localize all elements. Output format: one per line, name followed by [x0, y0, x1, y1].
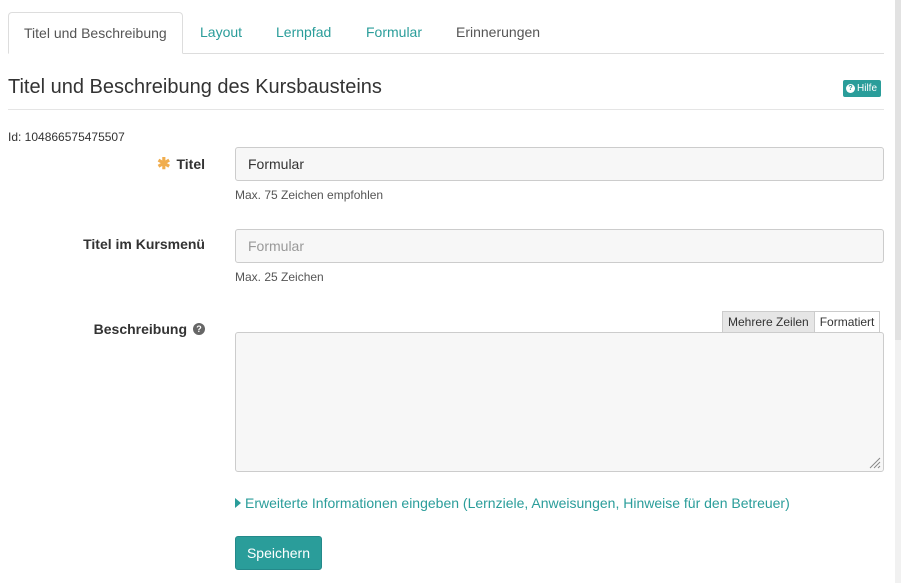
scrollbar-thumb[interactable] — [895, 0, 901, 340]
mode-multiline-button[interactable]: Mehrere Zeilen — [723, 312, 815, 333]
scrollbar[interactable] — [895, 0, 901, 583]
node-id: Id: 104866575475507 — [8, 130, 125, 144]
save-button[interactable]: Speichern — [235, 536, 322, 570]
description-textarea[interactable] — [235, 332, 884, 472]
editor-mode-toggle: Mehrere Zeilen Formatiert — [722, 311, 881, 333]
description-label: Beschreibung — [93, 321, 187, 337]
advanced-info-label: Erweiterte Informationen eingeben (Lernz… — [245, 495, 790, 511]
tab-lernpfad[interactable]: Lernpfad — [276, 12, 331, 54]
title-hint: Max. 75 Zeichen empfohlen — [235, 188, 384, 202]
help-button[interactable]: ? Hilfe — [843, 80, 882, 97]
tab-titel-und-beschreibung[interactable]: Titel und Beschreibung — [8, 12, 183, 54]
tab-bar: Titel und Beschreibung Layout Lernpfad F… — [8, 12, 884, 54]
page-title: Titel und Beschreibung des Kursbausteins — [8, 76, 382, 98]
tab-erinnerungen[interactable]: Erinnerungen — [456, 12, 540, 54]
advanced-info-link[interactable]: Erweiterte Informationen eingeben (Lernz… — [235, 495, 790, 511]
menu-title-input[interactable] — [235, 229, 884, 263]
caret-right-icon — [235, 498, 241, 508]
question-circle-icon: ? — [846, 84, 855, 93]
tab-layout[interactable]: Layout — [200, 12, 242, 54]
title-label: Titel — [176, 156, 205, 172]
description-label-row: Beschreibung ? — [94, 321, 205, 337]
mode-formatted-button[interactable]: Formatiert — [814, 312, 880, 333]
title-label-row: ✱ Titel — [157, 154, 205, 174]
help-question-icon[interactable]: ? — [193, 323, 205, 335]
title-input[interactable] — [235, 147, 884, 181]
menu-title-label: Titel im Kursmenü — [83, 236, 205, 252]
menu-title-hint: Max. 25 Zeichen — [235, 270, 324, 284]
menu-title-label-row: Titel im Kursmenü — [83, 236, 205, 252]
help-label: Hilfe — [857, 83, 878, 94]
required-asterisk-icon: ✱ — [157, 156, 171, 173]
title-divider — [8, 109, 884, 110]
tab-formular[interactable]: Formular — [366, 12, 422, 54]
resize-grip-icon[interactable] — [867, 455, 881, 469]
